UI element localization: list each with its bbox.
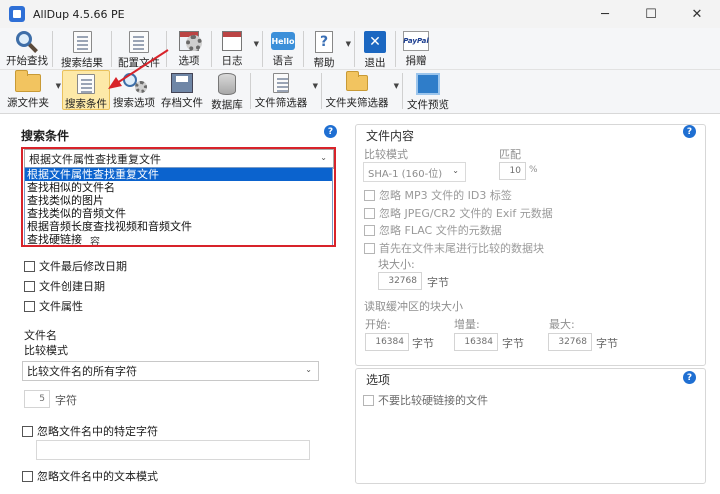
ignore-chars-input[interactable]	[36, 440, 310, 460]
app-icon	[9, 6, 25, 22]
increment-label: 增量:	[454, 318, 480, 331]
file-content-title: 文件内容	[366, 127, 415, 144]
database-icon	[214, 73, 240, 95]
help-icon[interactable]: ?	[683, 125, 696, 138]
highlight-frame	[21, 147, 336, 247]
database-button[interactable]: 数据库	[206, 70, 248, 111]
source-folder-icon	[15, 70, 41, 93]
content-compare-mode-label: 比较模式	[364, 148, 408, 161]
increment-input[interactable]: 16384	[454, 333, 498, 351]
chevron-down-icon: ⌄	[305, 365, 312, 374]
log-icon	[219, 31, 245, 51]
options-group: 选项	[355, 368, 706, 484]
chevron-down-icon[interactable]: ▼	[254, 40, 259, 48]
search-criteria-title: 搜索条件	[21, 127, 70, 144]
block-size-input[interactable]: 32768	[378, 272, 422, 290]
bytes-unit-label: 字节	[502, 337, 524, 350]
profile-icon	[126, 31, 152, 53]
search-criteria-button[interactable]: 搜索条件	[62, 70, 110, 110]
start-label: 开始:	[365, 318, 391, 331]
ignore-chars-checkbox[interactable]: 忽略文件名中的特定字符	[22, 423, 158, 439]
created-date-checkbox[interactable]: 文件创建日期	[24, 278, 105, 294]
chars-unit-label: 字符	[55, 394, 77, 407]
help-icon: ?	[311, 31, 337, 53]
search-options-icon	[121, 73, 147, 93]
window-controls: ─ ☐ ✕	[582, 0, 720, 28]
compare-end-first-checkbox[interactable]: 首先在文件末尾进行比较的数据块	[364, 240, 544, 256]
exit-button[interactable]: ✕ 退出	[357, 28, 393, 69]
main-toolbar: 开始查找 搜索结果 配置文件 选项 日志 ▼ Hello 语言 ? 帮助 ▼ ✕…	[0, 28, 720, 70]
exit-icon: ✕	[362, 31, 388, 53]
paypal-icon: PayPal	[403, 31, 429, 51]
ignore-flac-checkbox[interactable]: 忽略 FLAC 文件的元数据	[364, 222, 502, 238]
folder-filter-icon	[344, 71, 370, 93]
file-preview-button[interactable]: 文件预览	[405, 70, 451, 111]
profile-button[interactable]: 配置文件	[114, 28, 164, 69]
start-input[interactable]: 16384	[365, 333, 409, 351]
bytes-unit-label: 字节	[596, 337, 618, 350]
ignore-exif-checkbox[interactable]: 忽略 JPEG/CR2 文件的 Exif 元数据	[364, 205, 553, 221]
options-gear-icon	[176, 31, 202, 51]
hash-mode-select[interactable]: SHA-1 (160-位) ⌄	[363, 162, 466, 182]
filename-compare-select[interactable]: 比较文件名的所有字符 ⌄	[22, 361, 319, 381]
chevron-down-icon[interactable]: ▼	[56, 82, 61, 90]
file-preview-icon	[415, 73, 441, 95]
help-button[interactable]: ? 帮助 ▼	[306, 28, 351, 69]
close-button[interactable]: ✕	[674, 0, 720, 28]
filename-label: 文件名	[24, 329, 57, 342]
bytes-unit-label: 字节	[412, 337, 434, 350]
chars-count-input[interactable]: 5	[24, 390, 50, 408]
search-results-button[interactable]: 搜索结果	[55, 28, 109, 69]
ignore-pattern-checkbox[interactable]: 忽略文件名中的文本模式	[22, 468, 158, 484]
chevron-down-icon[interactable]: ▼	[346, 40, 351, 48]
percent-unit-label: %	[529, 165, 538, 175]
language-hello-icon: Hello	[270, 31, 296, 51]
file-filter-icon	[268, 73, 294, 93]
help-icon[interactable]: ?	[683, 371, 696, 384]
donate-button[interactable]: PayPal 捐赠	[398, 28, 434, 68]
max-input[interactable]: 32768	[548, 333, 592, 351]
chevron-down-icon: ⌄	[452, 166, 459, 175]
folder-filter-button[interactable]: 文件夹筛选器 ▼	[324, 70, 399, 110]
block-size-label: 块大小:	[378, 258, 415, 271]
file-filter-button[interactable]: 文件筛选器 ▼	[253, 70, 318, 110]
magnifier-icon	[14, 31, 40, 53]
search-options-button[interactable]: 搜索选项	[110, 70, 158, 110]
bytes-unit-label: 字节	[427, 276, 449, 289]
help-icon[interactable]: ?	[324, 125, 337, 138]
archive-icon	[169, 73, 195, 93]
ignore-id3-checkbox[interactable]: 忽略 MP3 文件的 ID3 标签	[364, 187, 512, 203]
search-results-icon	[69, 31, 95, 53]
log-button[interactable]: 日志 ▼	[214, 28, 259, 68]
title-bar: AllDup 4.5.66 PE ─ ☐ ✕	[0, 0, 720, 28]
window-title: AllDup 4.5.66 PE	[33, 7, 125, 21]
section-toolbar: 源文件夹 ▼ 搜索条件 搜索选项 存档文件 数据库 文件筛选器 ▼ 文件夹筛选器…	[0, 70, 720, 114]
chevron-down-icon[interactable]: ▼	[394, 82, 399, 90]
match-percent-input[interactable]: 10	[499, 162, 526, 180]
compare-mode-label: 比较模式	[24, 344, 68, 357]
maximize-button[interactable]: ☐	[628, 0, 674, 28]
file-attributes-checkbox[interactable]: 文件属性	[24, 298, 83, 314]
last-modified-checkbox[interactable]: 文件最后修改日期	[24, 258, 127, 274]
chevron-down-icon[interactable]: ▼	[313, 82, 318, 90]
search-criteria-icon	[73, 74, 99, 94]
no-hardlink-checkbox[interactable]: 不要比较硬链接的文件	[363, 392, 488, 408]
source-folder-button[interactable]: 源文件夹 ▼	[4, 70, 61, 110]
minimize-button[interactable]: ─	[582, 0, 628, 28]
match-label: 匹配	[499, 148, 521, 161]
buffer-size-label: 读取缓冲区的块大小	[364, 300, 463, 313]
options-title: 选项	[366, 371, 391, 388]
start-search-button[interactable]: 开始查找	[4, 28, 50, 68]
archive-button[interactable]: 存档文件	[158, 70, 206, 110]
options-button[interactable]: 选项	[169, 28, 209, 68]
language-button[interactable]: Hello 语言	[265, 28, 301, 68]
max-label: 最大:	[549, 318, 575, 331]
